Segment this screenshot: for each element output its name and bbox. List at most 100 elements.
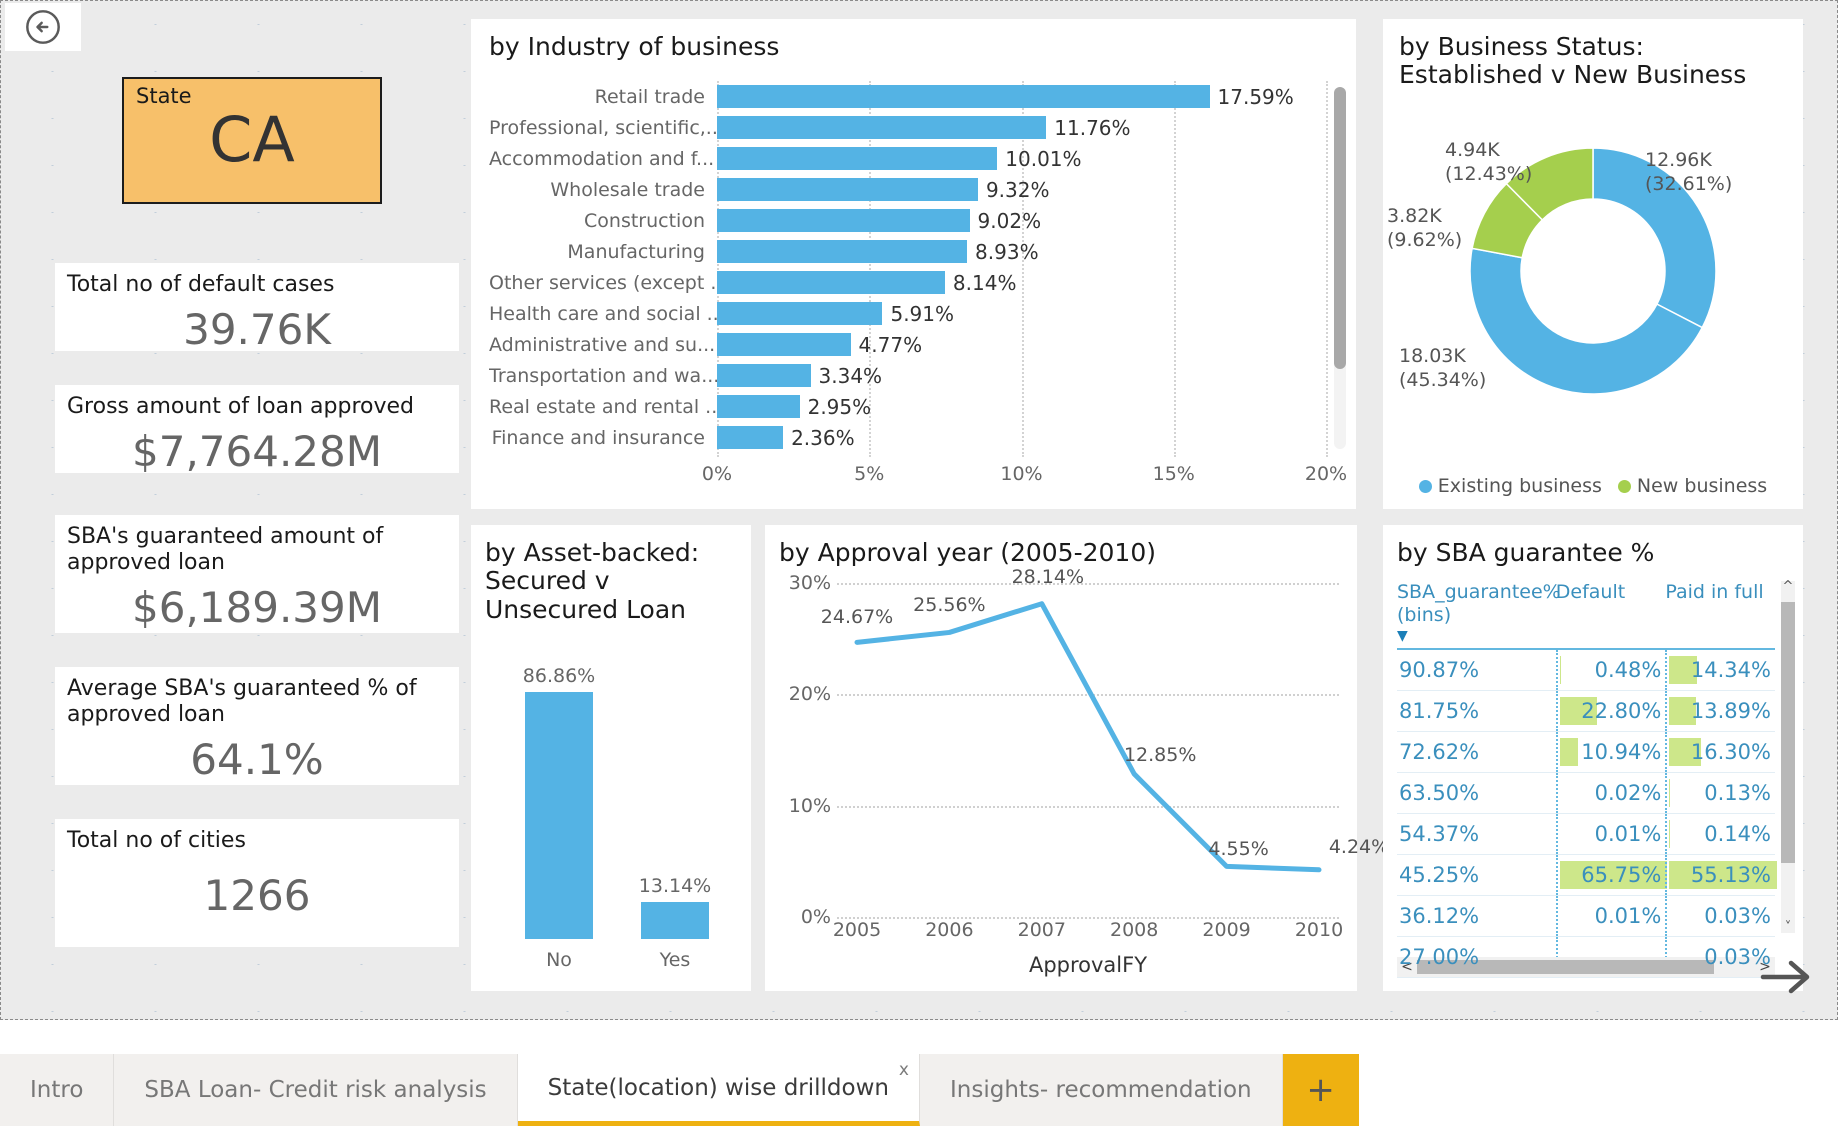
- bar-column[interactable]: 13.14% Yes: [639, 655, 711, 971]
- table-sba-guarantee-pct[interactable]: by SBA guarantee % SBA_guarantee% (bins) ▼…: [1383, 525, 1803, 991]
- bar-row[interactable]: Administrative and su... 4.77%: [489, 329, 1326, 360]
- table-row[interactable]: 72.62% 10.94% 16.30%: [1397, 732, 1775, 774]
- bar[interactable]: [717, 178, 978, 201]
- page-tab-3[interactable]: Insights- recommendation: [919, 1054, 1283, 1126]
- bar-row[interactable]: Wholesale trade 9.32%: [489, 174, 1326, 205]
- donut-data-label: 12.96K (32.61%): [1645, 149, 1733, 195]
- kpi-card-gross-loan-approved[interactable]: Gross amount of loan approved $7,764.28M: [55, 385, 459, 473]
- kpi-card-total-cities[interactable]: Total no of cities 1266: [55, 819, 459, 947]
- bar-category-label: Wholesale trade: [550, 178, 705, 201]
- bar-row[interactable]: Accommodation and f... 10.01%: [489, 143, 1326, 174]
- bar[interactable]: [717, 147, 998, 170]
- page-tab-1[interactable]: SBA Loan- Credit risk analysis: [114, 1054, 518, 1126]
- bar[interactable]: [717, 116, 1047, 139]
- tabs-container: Intro SBA Loan- Credit risk analysis State…: [0, 1054, 1283, 1126]
- table-row[interactable]: 90.87% 0.48% 14.34%: [1397, 650, 1775, 692]
- legend-item[interactable]: New business: [1617, 475, 1767, 497]
- bar-value-label: 2.36%: [791, 425, 855, 450]
- table-row[interactable]: 45.25% 65.75% 55.13%: [1397, 855, 1777, 897]
- kpi-card-total-default-cases[interactable]: Total no of default cases 39.76K: [55, 263, 459, 351]
- bar-row[interactable]: Retail trade 17.59%: [489, 81, 1326, 112]
- bar-row[interactable]: Professional, scientific,... 11.76%: [489, 112, 1326, 143]
- kpi-value: $7,764.28M: [132, 427, 382, 476]
- page-tab-label: State(location) wise drilldown: [547, 1074, 889, 1101]
- bar-row[interactable]: Health care and social ... 5.91%: [489, 298, 1326, 329]
- bar-row[interactable]: Construction 9.02%: [489, 205, 1326, 236]
- bar-row[interactable]: Manufacturing 8.93%: [489, 236, 1326, 267]
- bar-row[interactable]: Other services (except ... 8.14%: [489, 267, 1326, 298]
- table-cell-default: 0.02%: [1555, 773, 1666, 814]
- page-tab-0[interactable]: Intro: [0, 1054, 115, 1126]
- bar[interactable]: [717, 85, 1210, 108]
- legend-item[interactable]: Existing business: [1418, 475, 1602, 497]
- line-path[interactable]: [854, 601, 1322, 873]
- scroll-down-icon[interactable]: ˅: [1781, 920, 1795, 935]
- line-data-label: 12.85%: [1123, 743, 1197, 766]
- bar-row[interactable]: Real estate and rental ... 2.95%: [489, 391, 1326, 422]
- bar[interactable]: [525, 692, 593, 939]
- bar-category-label: No: [546, 949, 572, 971]
- bar-column[interactable]: 86.86% No: [523, 655, 595, 971]
- table-cell-paid-in-full: 16.30%: [1665, 732, 1775, 773]
- x-tick-label: 2007: [1017, 919, 1066, 941]
- kpi-card-average-sba-guaranteed-pct[interactable]: Average SBA's guaranteed % of approved l…: [55, 667, 459, 785]
- scroll-up-icon[interactable]: ^: [1781, 579, 1795, 594]
- add-page-button[interactable]: +: [1282, 1054, 1359, 1126]
- table-row[interactable]: 81.75% 22.80% 13.89%: [1397, 691, 1775, 733]
- table-cell-bin: 81.75%: [1399, 699, 1480, 724]
- bar[interactable]: [641, 901, 709, 939]
- table-cell-bin: 45.25%: [1399, 863, 1480, 888]
- table-row[interactable]: 54.37% 0.01% 0.14%: [1397, 814, 1775, 856]
- bar[interactable]: [717, 333, 851, 356]
- page-tab-2[interactable]: State(location) wise drilldown x: [517, 1054, 920, 1126]
- bar-track: 2.95%: [717, 391, 1326, 422]
- bar-track: 9.32%: [717, 174, 1326, 205]
- report-canvas: State CA Total no of default cases 39.76…: [0, 0, 1838, 1020]
- kpi-title: Total no of default cases: [67, 272, 335, 297]
- chart-plot-area: 24.67% 25.56% 28.14% 12.85% 4.55% 4.24%: [821, 566, 1389, 919]
- line-data-label: 4.55%: [1208, 838, 1269, 861]
- chart-asset-backed[interactable]: by Asset-backed: Secured v Unsecured Loa…: [471, 525, 751, 991]
- table-row[interactable]: 36.12% 0.01% 0.03%: [1397, 896, 1775, 938]
- chart-industry-of-business[interactable]: by Industry of business Retail trade 17.5…: [471, 19, 1356, 509]
- table-column-header[interactable]: Paid in full: [1665, 581, 1775, 644]
- bar[interactable]: [717, 271, 945, 294]
- chart-legend[interactable]: Existing business New business: [1383, 475, 1803, 497]
- donut-data-label: 3.82K (9.62%): [1387, 205, 1463, 251]
- bar-row[interactable]: Transportation and wa... 3.34%: [489, 360, 1326, 391]
- bar[interactable]: [717, 395, 800, 418]
- chart-plot-area: 86.86% No 13.14% Yes: [501, 655, 733, 971]
- table-column-header[interactable]: Default: [1556, 581, 1666, 644]
- bar-track: 3.34%: [717, 360, 1326, 391]
- line-data-label: 28.14%: [1011, 565, 1085, 588]
- back-button[interactable]: [5, 3, 81, 51]
- x-tick-label: 2008: [1110, 919, 1159, 941]
- bar-category-label: Yes: [659, 949, 691, 971]
- chart-business-status-donut[interactable]: by Business Status: Established v New Bu…: [1383, 19, 1803, 509]
- table-row[interactable]: 63.50% 0.02% 0.13%: [1397, 773, 1775, 815]
- y-tick-label: 30%: [788, 572, 831, 594]
- bar-category-label: Retail trade: [594, 85, 705, 108]
- bar[interactable]: [717, 240, 968, 263]
- bar-row[interactable]: Finance and insurance 2.36%: [489, 422, 1326, 453]
- bar[interactable]: [717, 302, 883, 325]
- bar[interactable]: [717, 209, 970, 232]
- table-column-header[interactable]: SBA_guarantee% (bins) ▼: [1397, 581, 1561, 644]
- table-cell-bin: 63.50%: [1399, 781, 1480, 806]
- bar-category-label: Professional, scientific,...: [489, 116, 717, 139]
- line-data-label: 4.24%: [1328, 835, 1390, 858]
- state-slicer[interactable]: State CA: [122, 77, 382, 204]
- y-tick-label: 10%: [788, 794, 831, 817]
- bar-category-label: Administrative and su...: [489, 333, 716, 356]
- industry-chart-scrollbar[interactable]: [1334, 87, 1346, 449]
- close-icon[interactable]: x: [899, 1060, 909, 1080]
- bar[interactable]: [717, 426, 784, 449]
- chart-approval-year[interactable]: by Approval year (2005-2010) 0% 10% 20% 30%…: [765, 525, 1389, 991]
- sort-descending-icon: ▼: [1397, 627, 1408, 644]
- bar[interactable]: [717, 364, 811, 387]
- table-vertical-scrollbar[interactable]: ^ ˅: [1781, 579, 1795, 935]
- legend-color-dot: [1617, 479, 1631, 493]
- kpi-card-sba-guaranteed-amount[interactable]: SBA's guaranteed amount of approved loan…: [55, 515, 459, 633]
- x-tick-label: 2005: [832, 919, 882, 941]
- table-body: SBA_guarantee% (bins) ▼ Default Paid in full…: [1397, 581, 1777, 979]
